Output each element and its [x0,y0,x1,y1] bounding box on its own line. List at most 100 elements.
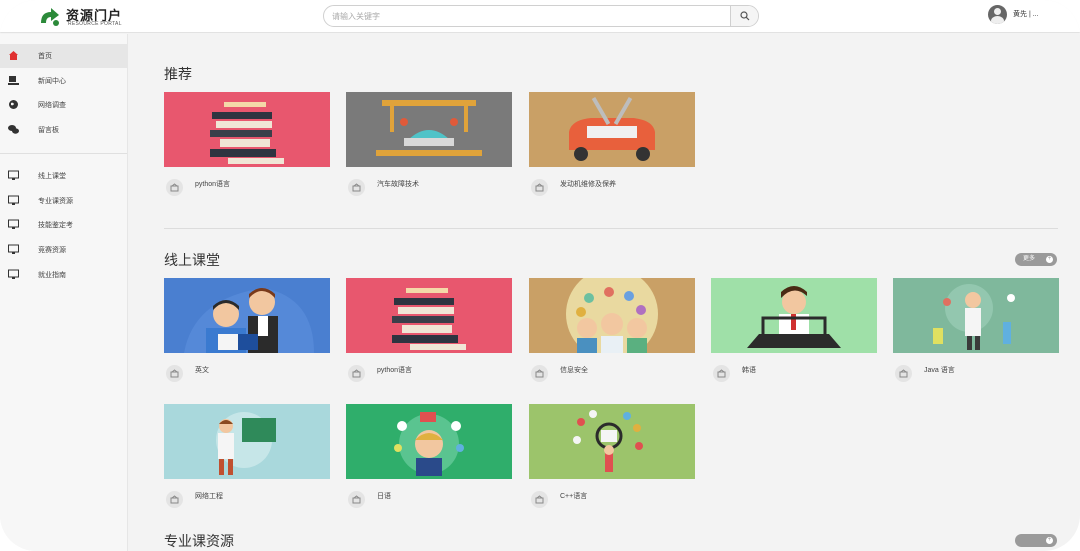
course-title[interactable]: 英文 [195,365,209,375]
course-title[interactable]: 信息安全 [560,365,588,375]
course-type-icon [531,365,548,382]
sidebar-item-professional[interactable]: 专业课资源 [0,189,127,213]
course-title[interactable]: python语言 [377,365,412,375]
course-card[interactable]: Java 语言 [893,278,1059,393]
user-name: 黄先 | ... [1013,11,1039,18]
course-thumbnail[interactable] [346,278,512,353]
course-thumbnail[interactable] [893,278,1059,353]
course-title[interactable]: 发动机维修及保养 [560,179,616,189]
course-title[interactable]: 汽车故障技术 [377,179,419,189]
course-thumbnail[interactable] [711,278,877,353]
course-card[interactable]: C++语言 [529,404,695,519]
plus-icon: + [1046,256,1053,263]
search-icon [739,11,749,21]
search-box [323,5,759,27]
more-button[interactable]: 更多 + [1015,253,1057,266]
course-type-icon [166,365,183,382]
course-thumbnail[interactable] [164,92,330,167]
course-title[interactable]: 韩语 [742,365,756,375]
course-type-icon [531,491,548,508]
course-meta: 汽车故障技术 [346,176,512,202]
search-input[interactable] [332,9,722,23]
books-illustration [164,92,330,167]
course-thumbnail[interactable] [529,278,695,353]
app-window: 资源门户 RESOURCE PORTAL 黄先 | ... 首页 [0,0,1080,551]
sidebar-item-survey[interactable]: 网络调查 [0,93,127,117]
book-ideas-illustration [529,404,695,479]
sidebar-item-label: 就业指南 [38,272,66,279]
course-title[interactable]: Java 语言 [924,365,955,375]
sidebar-item-label: 竞赛资源 [38,247,66,254]
students-reading-illustration [164,278,330,353]
avatar[interactable] [988,5,1007,24]
search-button[interactable] [730,6,758,26]
course-title[interactable]: python语言 [195,179,230,189]
course-card[interactable]: 汽车故障技术 [346,92,512,207]
course-card[interactable]: 信息安全 [529,278,695,393]
course-thumbnail[interactable] [529,404,695,479]
course-type-icon [348,365,365,382]
more-button[interactable]: + [1015,534,1057,547]
globe-icon [9,100,18,109]
course-title[interactable]: C++语言 [560,491,587,501]
course-meta: python语言 [346,362,512,388]
user-menu[interactable]: 黄先 | ... [988,5,1068,27]
sidebar-divider [0,153,127,154]
course-title[interactable]: 网络工程 [195,491,223,501]
sidebar-item-label: 专业课资源 [38,198,73,205]
course-card[interactable]: 日语 [346,404,512,519]
sidebar-item-career[interactable]: 就业指南 [0,263,127,287]
course-card[interactable]: 韩语 [711,278,877,393]
sidebar-item-online-class[interactable]: 线上课堂 [0,164,127,188]
course-title[interactable]: 日语 [377,491,391,501]
course-type-icon [348,179,365,196]
course-meta: Java 语言 [893,362,1059,388]
course-thumbnail[interactable] [346,92,512,167]
plus-icon: + [1046,537,1053,544]
course-type-icon [531,179,548,196]
books-illustration [346,278,512,353]
course-card[interactable]: 网络工程 [164,404,330,519]
sidebar-item-home[interactable]: 首页 [0,44,127,68]
security-team-illustration [529,278,695,353]
media-person-illustration [346,404,512,479]
course-card[interactable]: 英文 [164,278,330,393]
sidebar-item-label: 新闻中心 [38,78,66,85]
main-content: 推荐 python语言 汽车故障技术 发动机维修及保养 线上课堂 更多 + 英文… [128,34,1080,551]
sidebar-item-label: 线上课堂 [38,173,66,180]
course-thumbnail[interactable] [529,92,695,167]
section-title-professional: 专业课资源 [164,533,234,549]
course-meta: 韩语 [711,362,877,388]
scientist-illustration [893,278,1059,353]
sidebar-item-skill-exam[interactable]: 技能鉴定考 [0,213,127,237]
car-factory-illustration [346,92,512,167]
course-meta: 发动机维修及保养 [529,176,695,202]
course-thumbnail[interactable] [164,404,330,479]
laptop-man-illustration [711,278,877,353]
course-meta: 英文 [164,362,330,388]
course-card[interactable]: 发动机维修及保养 [529,92,695,207]
monitor-icon [8,269,19,279]
course-meta: 信息安全 [529,362,695,388]
top-bar: 资源门户 RESOURCE PORTAL 黄先 | ... [0,0,1080,33]
logo[interactable]: 资源门户 RESOURCE PORTAL [38,5,138,29]
course-card[interactable]: python语言 [346,278,512,393]
sidebar-item-label: 首页 [38,53,52,60]
sidebar-item-competition[interactable]: 竞赛资源 [0,238,127,262]
monitor-icon [8,244,19,254]
monitor-icon [8,195,19,205]
sidebar-item-label: 留言板 [38,127,59,134]
course-thumbnail[interactable] [346,404,512,479]
course-thumbnail[interactable] [164,278,330,353]
sidebar: 首页 新闻中心 网络调查 留言板 线上课堂 专业课资源 技能鉴定考 竞赛资源 就… [0,34,128,551]
sidebar-item-news[interactable]: 新闻中心 [0,69,127,93]
more-button-label: 更多 [1023,256,1036,262]
course-card[interactable]: python语言 [164,92,330,207]
sidebar-item-label: 技能鉴定考 [38,222,73,229]
home-icon [9,51,18,60]
course-type-icon [348,491,365,508]
logo-mark-icon [41,8,59,26]
course-type-icon [166,491,183,508]
sidebar-item-guestbook[interactable]: 留言板 [0,118,127,142]
course-type-icon [895,365,912,382]
